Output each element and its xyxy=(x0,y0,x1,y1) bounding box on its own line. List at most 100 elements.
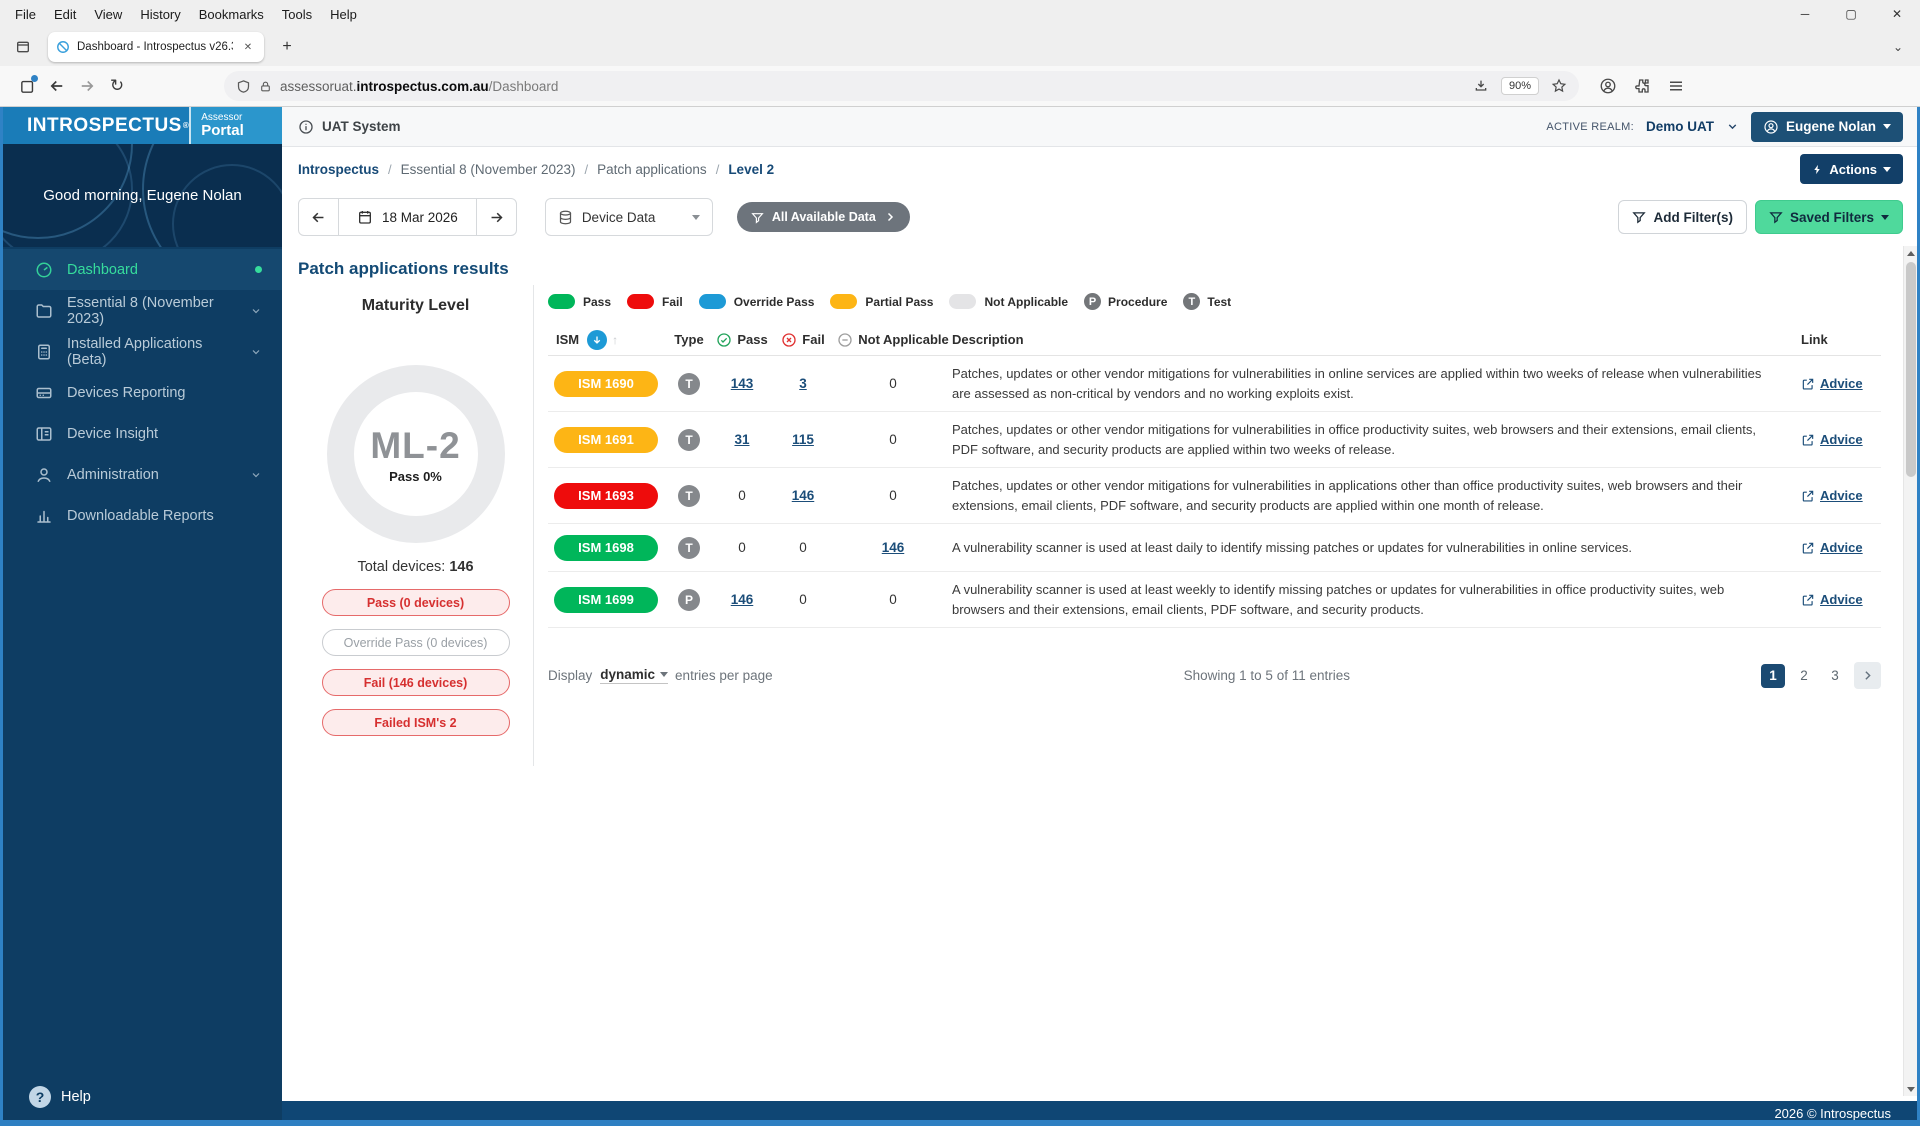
sidebar-item-dashboard[interactable]: Dashboard xyxy=(3,249,282,290)
external-link-icon xyxy=(1801,541,1815,555)
previous-day-button[interactable] xyxy=(299,199,339,235)
hamburger-menu-icon[interactable] xyxy=(1667,77,1685,95)
add-filter-button[interactable]: Add Filter(s) xyxy=(1618,200,1747,234)
actions-button[interactable]: Actions xyxy=(1800,154,1903,184)
table-header: ISM ↑ Type Pass Fail xyxy=(548,324,1881,356)
display-label: Display xyxy=(548,668,592,683)
column-header-fail[interactable]: Fail xyxy=(781,332,824,348)
breadcrumb-separator: / xyxy=(388,162,392,177)
page-button-3[interactable]: 3 xyxy=(1823,664,1847,688)
pass-count[interactable]: 31 xyxy=(734,432,749,447)
next-page-button[interactable] xyxy=(1854,662,1881,689)
sidebar-item-devices-reporting[interactable]: Devices Reporting xyxy=(3,372,282,413)
sidebar-item-installed-applications[interactable]: Installed Applications (Beta) xyxy=(3,331,282,372)
menu-file[interactable]: File xyxy=(6,0,45,28)
breadcrumb-level2: Level 2 xyxy=(728,162,774,177)
sidebar-item-administration[interactable]: Administration xyxy=(3,454,282,495)
app-header: UAT System ACTIVE REALM: Demo UAT Eugene… xyxy=(282,107,1917,147)
fail-count[interactable]: 146 xyxy=(792,488,815,503)
check-circle-icon xyxy=(716,332,732,348)
breadcrumb-separator: / xyxy=(584,162,588,177)
page-button-1[interactable]: 1 xyxy=(1761,664,1785,688)
entries-per-page-select[interactable]: dynamic xyxy=(600,667,668,684)
ism-pill[interactable]: ISM 1699 xyxy=(554,587,658,613)
override-pass-devices-button[interactable]: Override Pass (0 devices) xyxy=(322,629,510,656)
ism-pill[interactable]: ISM 1690 xyxy=(554,371,658,397)
forward-button[interactable] xyxy=(72,71,102,101)
fail-count[interactable]: 115 xyxy=(792,432,814,447)
sidebar-item-essential8[interactable]: Essential 8 (November 2023) xyxy=(3,290,282,331)
scrollbar-thumb[interactable] xyxy=(1906,262,1916,477)
ism-description: Patches, updates or other vendor mitigat… xyxy=(952,364,1801,403)
advice-link[interactable]: Advice xyxy=(1801,376,1881,391)
advice-link[interactable]: Advice xyxy=(1801,540,1881,555)
active-realm-value[interactable]: Demo UAT xyxy=(1646,119,1714,134)
ism-pill[interactable]: ISM 1698 xyxy=(554,535,658,561)
date-picker[interactable]: 18 Mar 2026 xyxy=(339,199,476,235)
menu-help[interactable]: Help xyxy=(321,0,366,28)
reload-button[interactable]: ↻ xyxy=(102,71,132,101)
page-scrollbar[interactable] xyxy=(1903,246,1917,1096)
advice-link[interactable]: Advice xyxy=(1801,432,1881,447)
menu-view[interactable]: View xyxy=(85,0,131,28)
account-icon[interactable] xyxy=(1599,77,1617,95)
breadcrumb-essential8[interactable]: Essential 8 (November 2023) xyxy=(401,162,576,177)
zoom-level-badge[interactable]: 90% xyxy=(1501,77,1539,95)
list-all-tabs-icon[interactable]: ⌄ xyxy=(1886,35,1910,59)
user-menu-button[interactable]: Eugene Nolan xyxy=(1751,112,1903,142)
sort-descending-icon[interactable] xyxy=(587,330,607,350)
data-source-select[interactable]: Device Data xyxy=(545,198,713,236)
next-day-button[interactable] xyxy=(476,199,516,235)
advice-link[interactable]: Advice xyxy=(1801,488,1881,503)
chevron-down-icon[interactable] xyxy=(1726,120,1739,133)
close-button[interactable]: ✕ xyxy=(1874,0,1920,28)
url-text[interactable]: assessoruat.introspectus.com.au/Dashboar… xyxy=(280,79,558,94)
scroll-down-arrow[interactable] xyxy=(1904,1082,1918,1096)
chevron-right-icon xyxy=(884,211,896,223)
apps-grid-icon xyxy=(35,343,53,361)
pass-count[interactable]: 143 xyxy=(731,376,754,391)
lock-icon[interactable] xyxy=(259,80,272,93)
bookmark-star-icon[interactable] xyxy=(1551,78,1567,94)
back-button[interactable] xyxy=(42,71,72,101)
column-header-pass[interactable]: Pass xyxy=(716,332,767,348)
screenshot-tool-icon[interactable] xyxy=(12,71,42,101)
advice-link[interactable]: Advice xyxy=(1801,592,1881,607)
extensions-puzzle-icon[interactable] xyxy=(1633,77,1651,95)
ism-pill[interactable]: ISM 1693 xyxy=(554,483,658,509)
na-count[interactable]: 146 xyxy=(882,540,905,555)
help-button[interactable]: ? Help xyxy=(3,1068,282,1126)
breadcrumb-home[interactable]: Introspectus xyxy=(298,162,379,177)
sidebar-item-device-insight[interactable]: Device Insight xyxy=(3,413,282,454)
shield-icon[interactable] xyxy=(236,79,251,94)
maximize-button[interactable]: ▢ xyxy=(1828,0,1874,28)
firefox-view-icon[interactable] xyxy=(10,34,36,60)
column-header-type[interactable]: Type xyxy=(674,332,703,347)
pass-count[interactable]: 146 xyxy=(731,592,754,607)
column-header-ism[interactable]: ISM ↑ xyxy=(548,330,666,350)
menu-tools[interactable]: Tools xyxy=(273,0,321,28)
save-page-icon[interactable] xyxy=(1473,78,1489,94)
minimize-button[interactable]: ─ xyxy=(1782,0,1828,28)
pass-devices-button[interactable]: Pass (0 devices) xyxy=(322,589,510,616)
failed-isms-button[interactable]: Failed ISM's 2 xyxy=(322,709,510,736)
all-available-data-button[interactable]: All Available Data xyxy=(737,202,910,232)
breadcrumb-patch-applications[interactable]: Patch applications xyxy=(597,162,707,177)
sidebar-item-downloadable-reports[interactable]: Downloadable Reports xyxy=(3,495,282,536)
sort-ascending-icon[interactable]: ↑ xyxy=(612,333,618,347)
fail-devices-button[interactable]: Fail (146 devices) xyxy=(322,669,510,696)
new-tab-button[interactable]: + xyxy=(274,34,300,60)
brand-logo[interactable]: INTROSPECTUS® xyxy=(3,107,189,144)
url-bar[interactable]: assessoruat.introspectus.com.au/Dashboar… xyxy=(224,71,1579,101)
tab-close-icon[interactable]: ✕ xyxy=(240,39,256,55)
column-header-not-applicable[interactable]: Not Applicable xyxy=(837,332,949,348)
fail-count[interactable]: 3 xyxy=(799,376,807,391)
menu-history[interactable]: History xyxy=(131,0,189,28)
ism-pill[interactable]: ISM 1691 xyxy=(554,427,658,453)
menu-bookmarks[interactable]: Bookmarks xyxy=(190,0,273,28)
browser-tab-dashboard[interactable]: Dashboard - Introspectus v26.3 ✕ xyxy=(48,32,264,62)
saved-filters-button[interactable]: Saved Filters xyxy=(1755,200,1903,234)
menu-edit[interactable]: Edit xyxy=(45,0,85,28)
page-button-2[interactable]: 2 xyxy=(1792,664,1816,688)
scroll-up-arrow[interactable] xyxy=(1904,246,1918,260)
